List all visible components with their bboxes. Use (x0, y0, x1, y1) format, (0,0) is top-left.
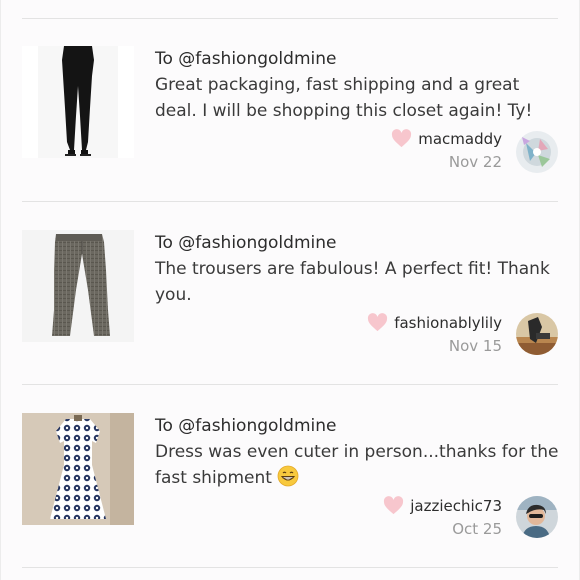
avatar-image (516, 496, 558, 538)
avatar-image (516, 131, 558, 173)
divider (22, 567, 558, 568)
reviewer-row: jazziechic73 (383, 496, 502, 515)
divider (22, 201, 558, 202)
recipient-line: To @fashiongoldmine (155, 233, 337, 253)
review-message-block: Dress was even cuter in person...thanks … (155, 439, 560, 491)
black-pants-image (22, 46, 134, 158)
reviewer-avatar[interactable] (516, 313, 558, 355)
review-message: Dress was even cuter in person...thanks … (155, 442, 559, 488)
recipient-line: To @fashiongoldmine (155, 416, 337, 436)
gray-trousers-image (22, 230, 134, 342)
reviewer-avatar[interactable] (516, 131, 558, 173)
blue-dress-image (22, 413, 134, 525)
reviewer-row: macmaddy (391, 129, 502, 148)
review-date: Nov 22 (448, 153, 502, 171)
review-date: Nov 15 (448, 337, 502, 355)
heart-icon[interactable] (367, 313, 388, 332)
reviewer-username[interactable]: macmaddy (418, 130, 502, 148)
reviewer-row: fashionablylily (367, 313, 502, 332)
reviewer-username[interactable]: fashionablylily (394, 314, 502, 332)
product-thumbnail[interactable] (22, 230, 134, 342)
divider (22, 18, 558, 19)
divider (22, 384, 558, 385)
product-thumbnail[interactable] (22, 413, 134, 525)
grinning-face-icon (277, 465, 299, 487)
product-thumbnail[interactable] (22, 46, 134, 158)
review-message: Great packaging, fast shipping and a gre… (155, 75, 533, 121)
heart-icon[interactable] (383, 496, 404, 515)
reviewer-avatar[interactable] (516, 496, 558, 538)
avatar-image (516, 313, 558, 355)
recipient-line: To @fashiongoldmine (155, 49, 337, 69)
reviewer-username[interactable]: jazziechic73 (410, 497, 502, 515)
review-date: Oct 25 (452, 520, 502, 538)
left-edge (0, 0, 1, 580)
review-message: The trousers are fabulous! A perfect fit… (155, 259, 550, 305)
heart-icon[interactable] (391, 129, 412, 148)
